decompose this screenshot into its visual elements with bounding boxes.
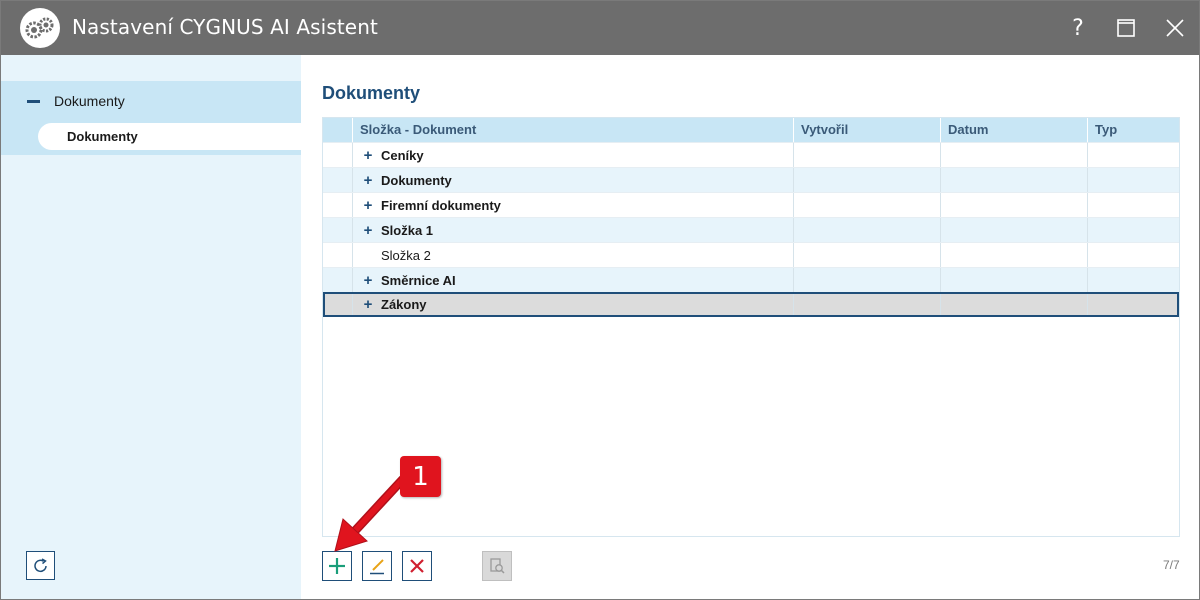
row-folder-name: Zákony (381, 297, 427, 312)
document-search-icon (490, 558, 505, 574)
nav-group-label: Dokumenty (54, 93, 125, 109)
column-header-folder-document[interactable]: Složka - Dokument (360, 122, 476, 137)
page-title: Dokumenty (322, 83, 421, 103)
sidebar-item-dokumenty[interactable]: Dokumenty (38, 123, 301, 150)
refresh-button[interactable] (26, 551, 55, 580)
column-header-type[interactable]: Typ (1095, 122, 1117, 137)
page-counter: 7/7 (1163, 558, 1180, 572)
title-bar: Nastavení CYGNUS AI Asistent ? (1, 1, 1199, 55)
sidebar: Dokumenty Dokumenty (1, 55, 301, 599)
window-title: Nastavení CYGNUS AI Asistent (72, 15, 378, 39)
grid-header: Složka - Dokument Vytvořil Datum Typ (323, 118, 1179, 142)
maximize-button[interactable] (1109, 11, 1143, 45)
main-panel: Dokumenty Složka - Dokument Vytvořil Dat… (301, 55, 1199, 599)
table-row[interactable]: + Složka 1 (323, 217, 1179, 242)
annotation-arrow (334, 475, 407, 552)
annotation-callout: 1 (400, 456, 441, 497)
expand-icon[interactable]: + (362, 172, 374, 189)
documents-grid: Složka - Dokument Vytvořil Datum Typ + C… (322, 117, 1180, 537)
table-row[interactable]: + Ceníky (323, 142, 1179, 167)
nav-group-dokumenty: Dokumenty Dokumenty (1, 81, 301, 155)
help-button[interactable]: ? (1061, 11, 1095, 45)
expand-icon[interactable]: + (362, 296, 374, 313)
close-icon (1166, 19, 1184, 37)
refresh-icon (33, 557, 47, 572)
collapse-icon[interactable] (27, 100, 40, 103)
table-row[interactable]: + Směrnice AI (323, 267, 1179, 292)
table-row[interactable]: + Firemní dokumenty (323, 192, 1179, 217)
expand-icon[interactable]: + (362, 222, 374, 239)
callout-number: 1 (412, 461, 429, 492)
expand-icon[interactable]: + (362, 197, 374, 214)
expand-icon[interactable]: + (362, 272, 374, 289)
table-row[interactable]: Složka 2 (323, 242, 1179, 267)
help-icon: ? (1072, 15, 1084, 41)
expand-icon[interactable]: + (362, 147, 374, 164)
row-folder-name: Ceníky (381, 148, 424, 163)
settings-window: Nastavení CYGNUS AI Asistent ? Dokumenty… (0, 0, 1200, 600)
column-header-created-by[interactable]: Vytvořil (801, 122, 848, 137)
preview-button[interactable] (482, 551, 512, 581)
row-folder-name: Firemní dokumenty (381, 198, 501, 213)
row-folder-name: Dokumenty (381, 173, 452, 188)
row-folder-name: Směrnice AI (381, 273, 456, 288)
maximize-icon (1117, 19, 1135, 37)
row-folder-name: Složka 1 (381, 223, 434, 238)
nav-group-header[interactable]: Dokumenty (1, 81, 301, 121)
sidebar-item-label: Dokumenty (67, 129, 138, 144)
row-folder-name: Složka 2 (381, 248, 431, 263)
table-row[interactable]: + Dokumenty (323, 167, 1179, 192)
column-header-date[interactable]: Datum (948, 122, 988, 137)
gears-app-icon (20, 8, 60, 48)
close-button[interactable] (1158, 11, 1192, 45)
table-row-selected[interactable]: + Zákony (323, 292, 1179, 317)
